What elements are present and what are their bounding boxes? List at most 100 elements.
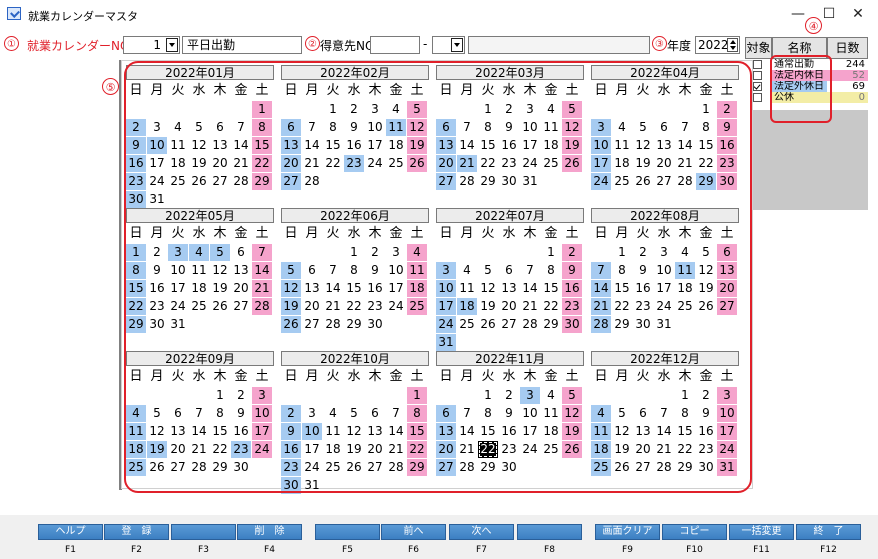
day-cell[interactable]: 6 [717,244,737,261]
day-cell[interactable]: 10 [365,119,385,136]
day-cell[interactable]: 9 [717,119,737,136]
day-cell[interactable]: 10 [302,423,322,440]
day-cell[interactable]: 7 [520,262,540,279]
day-cell[interactable]: 16 [717,137,737,154]
day-cell[interactable]: 21 [457,441,477,458]
day-cell[interactable]: 16 [499,137,519,154]
day-cell[interactable]: 16 [281,441,301,458]
day-cell[interactable]: 20 [281,155,301,172]
day-cell[interactable]: 18 [457,298,477,315]
day-cell[interactable]: 12 [189,137,209,154]
chevron-down-icon[interactable] [166,38,178,52]
day-cell[interactable]: 5 [478,262,498,279]
day-cell[interactable]: 24 [302,459,322,476]
legend-checkbox[interactable] [753,93,762,102]
day-cell[interactable]: 15 [344,280,364,297]
year-spinner[interactable]: 2022 [695,36,740,54]
day-cell[interactable]: 17 [520,423,540,440]
day-cell[interactable]: 17 [436,298,456,315]
day-cell[interactable]: 15 [323,137,343,154]
day-cell[interactable]: 17 [168,280,188,297]
day-cell[interactable]: 1 [612,244,632,261]
day-cell[interactable]: 7 [457,119,477,136]
day-cell[interactable]: 25 [612,173,632,190]
day-cell[interactable]: 15 [210,423,230,440]
day-cell[interactable]: 9 [231,405,251,422]
day-cell[interactable]: 23 [344,155,364,172]
day-cell[interactable]: 5 [612,405,632,422]
day-cell[interactable]: 25 [323,459,343,476]
day-cell[interactable]: 6 [231,244,251,261]
day-cell[interactable]: 20 [231,280,251,297]
day-cell[interactable]: 16 [633,280,653,297]
day-cell[interactable]: 29 [252,173,272,190]
day-cell[interactable]: 6 [436,119,456,136]
day-cell[interactable]: 22 [612,298,632,315]
day-cell[interactable]: 26 [407,155,427,172]
day-cell[interactable]: 10 [168,262,188,279]
day-cell[interactable]: 15 [675,423,695,440]
day-cell[interactable]: 17 [386,280,406,297]
day-cell[interactable]: 14 [231,137,251,154]
day-cell[interactable]: 14 [302,137,322,154]
day-cell[interactable]: 2 [562,244,582,261]
day-cell[interactable]: 9 [633,262,653,279]
day-cell[interactable]: 22 [478,155,498,172]
day-cell[interactable]: 14 [675,137,695,154]
day-cell[interactable]: 8 [344,262,364,279]
day-cell[interactable]: 11 [126,423,146,440]
day-cell[interactable]: 16 [696,423,716,440]
day-cell[interactable]: 2 [344,101,364,118]
day-cell[interactable]: 12 [612,423,632,440]
day-cell[interactable]: 29 [407,459,427,476]
day-cell[interactable]: 23 [717,155,737,172]
day-cell[interactable]: 21 [231,155,251,172]
day-cell[interactable]: 8 [252,119,272,136]
day-cell[interactable]: 19 [407,137,427,154]
day-cell[interactable]: 31 [717,459,737,476]
day-cell[interactable]: 17 [520,137,540,154]
day-cell[interactable]: 7 [386,405,406,422]
day-cell[interactable]: 27 [654,173,674,190]
day-cell[interactable]: 7 [591,262,611,279]
day-cell[interactable]: 2 [499,101,519,118]
day-cell[interactable]: 21 [302,155,322,172]
day-cell[interactable]: 27 [436,173,456,190]
day-cell[interactable]: 31 [147,191,167,208]
day-cell[interactable]: 20 [210,155,230,172]
day-cell[interactable]: 2 [147,244,167,261]
day-cell[interactable]: 18 [541,423,561,440]
day-cell[interactable]: 27 [168,459,188,476]
day-cell[interactable]: 19 [562,137,582,154]
day-cell[interactable]: 6 [168,405,188,422]
day-cell[interactable]: 10 [591,137,611,154]
day-cell[interactable]: 22 [675,441,695,458]
day-cell[interactable]: 13 [717,262,737,279]
day-cell[interactable]: 7 [252,244,272,261]
day-cell[interactable]: 16 [365,280,385,297]
day-cell[interactable]: 14 [252,262,272,279]
day-cell[interactable]: 11 [541,405,561,422]
day-cell[interactable]: 4 [189,244,209,261]
day-cell[interactable]: 31 [520,173,540,190]
day-cell[interactable]: 7 [189,405,209,422]
day-cell[interactable]: 17 [365,137,385,154]
day-cell[interactable]: 1 [675,387,695,404]
function-key-button[interactable] [517,524,582,540]
day-cell[interactable]: 26 [344,459,364,476]
function-key-button[interactable]: 画面クリア [595,524,660,540]
function-key-button[interactable] [315,524,380,540]
day-cell[interactable]: 29 [478,173,498,190]
day-cell[interactable]: 18 [407,280,427,297]
day-cell[interactable]: 24 [520,441,540,458]
day-cell[interactable]: 8 [407,405,427,422]
day-cell[interactable]: 20 [436,155,456,172]
day-cell[interactable]: 3 [386,244,406,261]
legend-checkbox[interactable] [753,71,762,80]
day-cell[interactable]: 26 [147,459,167,476]
day-cell[interactable]: 21 [189,441,209,458]
day-cell[interactable]: 25 [541,155,561,172]
day-cell[interactable]: 10 [520,119,540,136]
day-cell[interactable]: 7 [302,119,322,136]
day-cell[interactable]: 23 [696,441,716,458]
